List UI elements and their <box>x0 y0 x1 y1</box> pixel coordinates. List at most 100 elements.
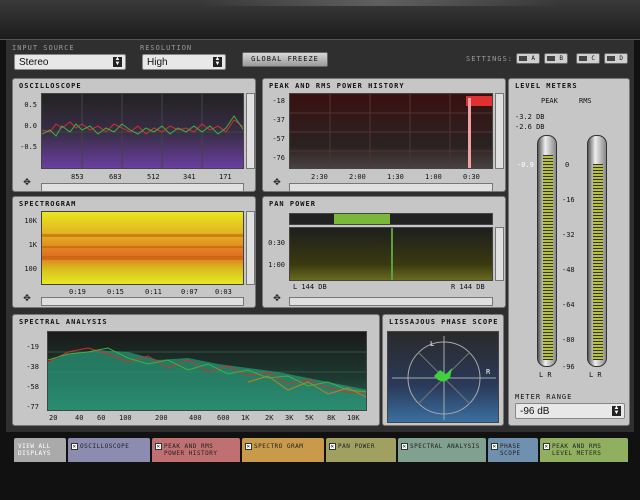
y-tick: -57 <box>272 135 285 143</box>
rms-meter-fill <box>593 164 603 360</box>
move-icon[interactable]: ✥ <box>271 291 283 303</box>
tab-label: PEAK AND RMS POWER HISTORY <box>164 443 218 457</box>
y-tick: 1:00 <box>268 261 285 269</box>
spectrogram-title: SPECTROGRAM <box>19 200 77 208</box>
scale-tick: 0 <box>565 161 570 169</box>
x-tick: 3K <box>285 414 294 422</box>
pan-power-bar <box>289 213 493 225</box>
settings-d-button[interactable]: D <box>604 53 628 64</box>
tab-oscilloscope[interactable]: ✕ OSCILLOSCOPE <box>68 438 150 462</box>
x-tick: 683 <box>109 173 122 181</box>
resolution-label: RESOLUTION <box>140 44 193 52</box>
horizontal-scrollbar[interactable] <box>41 183 244 192</box>
x-tick: 0:19 <box>69 288 86 296</box>
y-tick: 1K <box>28 241 37 249</box>
tab-phase-scope[interactable]: ✕ PHASE SCOPE <box>488 438 538 462</box>
y-tick: -58 <box>26 383 39 391</box>
pan-right-readout: R 144 DB <box>451 283 485 291</box>
tab-label: PAN POWER <box>338 443 376 450</box>
x-tick: 2K <box>265 414 274 422</box>
rms-label: RMS <box>579 97 592 105</box>
y-tick: 0.5 <box>24 101 37 109</box>
peak-lr-label: L R <box>539 371 552 379</box>
meter-range-select[interactable]: -96 dB ▲ ▼ <box>515 403 625 419</box>
tab-checkbox[interactable]: ✕ <box>491 443 498 450</box>
dropdown-arrow-icon: ▲ ▼ <box>113 56 122 67</box>
scale-tick: -64 <box>562 301 575 309</box>
lissajous-right-marker: R <box>486 368 491 376</box>
y-tick: 100 <box>24 265 37 273</box>
peak-meter <box>537 135 557 367</box>
y-tick: -38 <box>26 363 39 371</box>
horizontal-scrollbar[interactable] <box>41 297 244 306</box>
scale-tick: -48 <box>562 266 575 274</box>
tab-label: VIEW ALL DISPLAYS <box>18 443 51 457</box>
vertical-scrollbar[interactable] <box>246 211 255 285</box>
power-history-title: PEAK AND RMS POWER HISTORY <box>269 82 405 90</box>
settings-a-button[interactable]: A <box>516 53 540 64</box>
y-tick: -0.5 <box>20 143 37 151</box>
x-tick: 400 <box>189 414 202 422</box>
tab-spectrogram[interactable]: ✕ SPECTRO GRAM <box>242 438 324 462</box>
x-tick: 60 <box>97 414 106 422</box>
pan-left-readout: L 144 DB <box>293 283 327 291</box>
lissajous-plot: L R <box>387 331 499 423</box>
horizontal-scrollbar[interactable] <box>289 297 493 306</box>
tab-checkbox[interactable]: ✕ <box>543 443 550 450</box>
lissajous-panel: LISSAJOUS PHASE SCOPE L R <box>382 314 504 426</box>
move-icon[interactable]: ✥ <box>21 291 33 303</box>
tab-power-history[interactable]: ✕ PEAK AND RMS POWER HISTORY <box>152 438 240 462</box>
spectral-plot <box>47 331 367 411</box>
tab-checkbox[interactable]: ✕ <box>245 443 252 450</box>
settings-label: SETTINGS: <box>466 55 513 63</box>
horizontal-scrollbar[interactable] <box>289 183 493 192</box>
tab-label: OSCILLOSCOPE <box>80 443 130 450</box>
settings-b-button[interactable]: B <box>544 53 568 64</box>
tab-pan-power[interactable]: ✕ PAN POWER <box>326 438 396 462</box>
tab-spectral[interactable]: ✕ SPECTRAL ANALYSIS <box>398 438 486 462</box>
level-meters-panel: LEVEL METERS PEAK RMS -3.2 DB -2.6 DB -0… <box>508 78 630 426</box>
tab-label: SPECTRAL ANALYSIS <box>410 443 480 450</box>
move-icon[interactable]: ✥ <box>21 175 33 187</box>
x-tick: 0:11 <box>145 288 162 296</box>
x-tick: 0:03 <box>215 288 232 296</box>
peak-label: PEAK <box>541 97 558 105</box>
tab-view-all[interactable]: VIEW ALL DISPLAYS <box>14 438 66 462</box>
vertical-scrollbar[interactable] <box>246 93 255 169</box>
oscilloscope-plot <box>41 93 244 169</box>
window-top-bar <box>0 0 640 40</box>
move-icon[interactable]: ✥ <box>271 175 283 187</box>
x-tick: 0:15 <box>107 288 124 296</box>
x-tick: 10K <box>347 414 360 422</box>
tab-checkbox[interactable]: ✕ <box>71 443 78 450</box>
vertical-scrollbar[interactable] <box>495 227 504 281</box>
x-tick: 0:07 <box>181 288 198 296</box>
global-freeze-button[interactable]: GLOBAL FREEZE <box>242 52 328 67</box>
rms-readout: -2.6 DB <box>515 123 545 131</box>
peak-meter-fill <box>543 155 553 360</box>
x-tick: 171 <box>219 173 232 181</box>
tab-checkbox[interactable]: ✕ <box>329 443 336 450</box>
meter-marker: -0.9 <box>517 161 534 169</box>
settings-c-button[interactable]: C <box>576 53 600 64</box>
x-tick: 600 <box>217 414 230 422</box>
rms-lr-label: L R <box>589 371 602 379</box>
x-tick: 853 <box>71 173 84 181</box>
tab-checkbox[interactable]: ✕ <box>401 443 408 450</box>
x-tick: 2:30 <box>311 173 328 181</box>
x-tick: 200 <box>155 414 168 422</box>
peak-readout: -3.2 DB <box>515 113 545 121</box>
y-tick: -37 <box>272 116 285 124</box>
y-tick: 0.0 <box>24 122 37 130</box>
x-tick: 2:00 <box>349 173 366 181</box>
x-tick: 1:30 <box>387 173 404 181</box>
tab-level-meters[interactable]: ✕ PEAK AND RMS LEVEL METERS <box>540 438 628 462</box>
resolution-select[interactable]: High ▲ ▼ <box>142 54 226 70</box>
x-tick: 0:30 <box>463 173 480 181</box>
pan-power-panel: PAN POWER 0:30 1:00 L 144 DB R 144 DB ✥ <box>262 196 506 308</box>
vertical-scrollbar[interactable] <box>495 93 504 169</box>
x-tick: 341 <box>183 173 196 181</box>
scale-tick: -16 <box>562 196 575 204</box>
tab-checkbox[interactable]: ✕ <box>155 443 162 450</box>
input-source-select[interactable]: Stereo ▲ ▼ <box>14 54 126 70</box>
